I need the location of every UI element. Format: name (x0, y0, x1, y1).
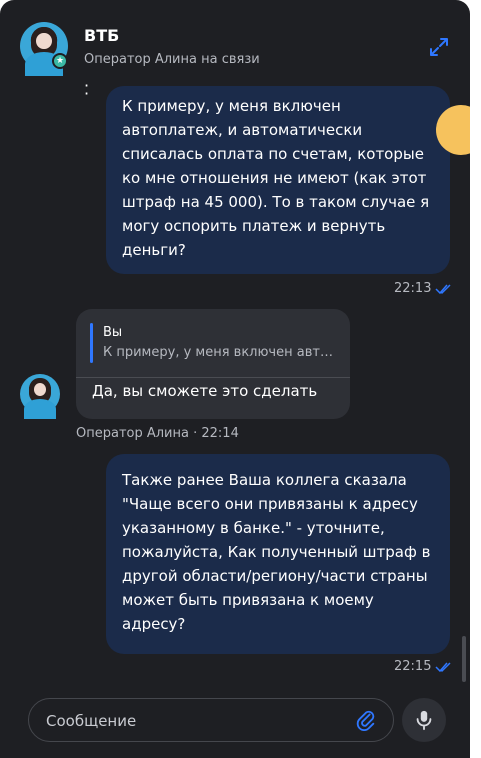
message-meta: Оператор Алина · 22:14 (76, 426, 239, 441)
quote-author: Вы (103, 325, 123, 340)
microphone-icon (416, 710, 432, 731)
incoming-message: Вы К примеру, у меня включен автоплатеж,… (76, 309, 350, 419)
page-background (470, 0, 481, 758)
scrollbar[interactable] (462, 636, 466, 682)
divider (76, 377, 350, 378)
message-time: 22:13 (394, 281, 432, 296)
chat-header: ★ ВТБ Оператор Алина на связи (0, 0, 470, 80)
message-text: Также ранее Ваша коллега сказала "Чаще в… (122, 471, 431, 633)
online-badge-icon: ★ (52, 53, 68, 69)
message-time: 22:15 (394, 659, 432, 674)
paperclip-icon[interactable] (355, 709, 377, 731)
chat-window: ★ ВТБ Оператор Алина на связи · · К приме… (0, 0, 470, 758)
outgoing-message: К примеру, у меня включен автоплатеж, и … (106, 86, 450, 274)
message-input[interactable] (44, 699, 348, 743)
quote-bar (90, 323, 93, 363)
outgoing-message: Также ранее Ваша коллега сказала "Чаще в… (106, 454, 450, 654)
message-text: Да, вы сможете это сделать (92, 382, 318, 400)
chat-title: ВТБ (84, 26, 120, 45)
microphone-button[interactable] (402, 698, 446, 742)
expand-arrows-icon[interactable] (428, 36, 450, 58)
menu-dots-icon[interactable]: · · (84, 78, 89, 102)
chat-subtitle: Оператор Алина на связи (84, 52, 260, 67)
read-checkmarks-icon (435, 662, 451, 673)
quote-text: К примеру, у меня включен автоплатеж, и … (103, 345, 333, 360)
message-composer (28, 698, 394, 743)
operator-avatar (20, 374, 60, 419)
message-text: К примеру, у меня включен автоплатеж, и … (122, 97, 430, 259)
reply-quote[interactable]: Вы К примеру, у меня включен автоплатеж,… (90, 323, 336, 363)
read-checkmarks-icon (435, 284, 451, 295)
